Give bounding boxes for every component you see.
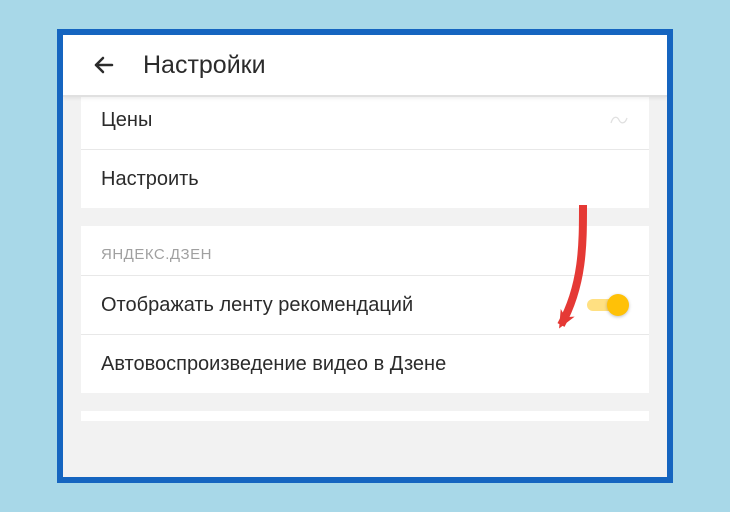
header-bar: Настройки — [63, 35, 667, 97]
section-header-zen: ЯНДЕКС.ДЗЕН — [81, 226, 649, 276]
settings-group-partial — [81, 411, 649, 421]
toggle-show-feed[interactable] — [587, 294, 629, 316]
settings-group-1: Цены Настроить — [81, 97, 649, 208]
toggle-thumb — [607, 294, 629, 316]
back-arrow-icon[interactable] — [91, 52, 117, 78]
row-label: Настроить — [101, 166, 199, 192]
row-prices[interactable]: Цены — [81, 97, 649, 150]
row-show-feed[interactable]: Отображать ленту рекомендаций — [81, 276, 649, 335]
settings-content: Цены Настроить ЯНДЕКС.ДЗЕН Отображать ле… — [63, 97, 667, 477]
row-label: Цены — [101, 107, 152, 133]
app-frame: Настройки Цены Настроить ЯНДЕКС.ДЗЕН Ото… — [57, 29, 673, 483]
row-configure[interactable]: Настроить — [81, 150, 649, 208]
page-title: Настройки — [143, 51, 266, 80]
row-autoplay-video[interactable]: Автовоспроизведение видео в Дзене — [81, 335, 649, 393]
row-label: Отображать ленту рекомендаций — [101, 292, 413, 318]
settings-group-zen: ЯНДЕКС.ДЗЕН Отображать ленту рекомендаци… — [81, 226, 649, 393]
scribble-icon — [609, 113, 629, 127]
row-label: Автовоспроизведение видео в Дзене — [101, 351, 446, 377]
